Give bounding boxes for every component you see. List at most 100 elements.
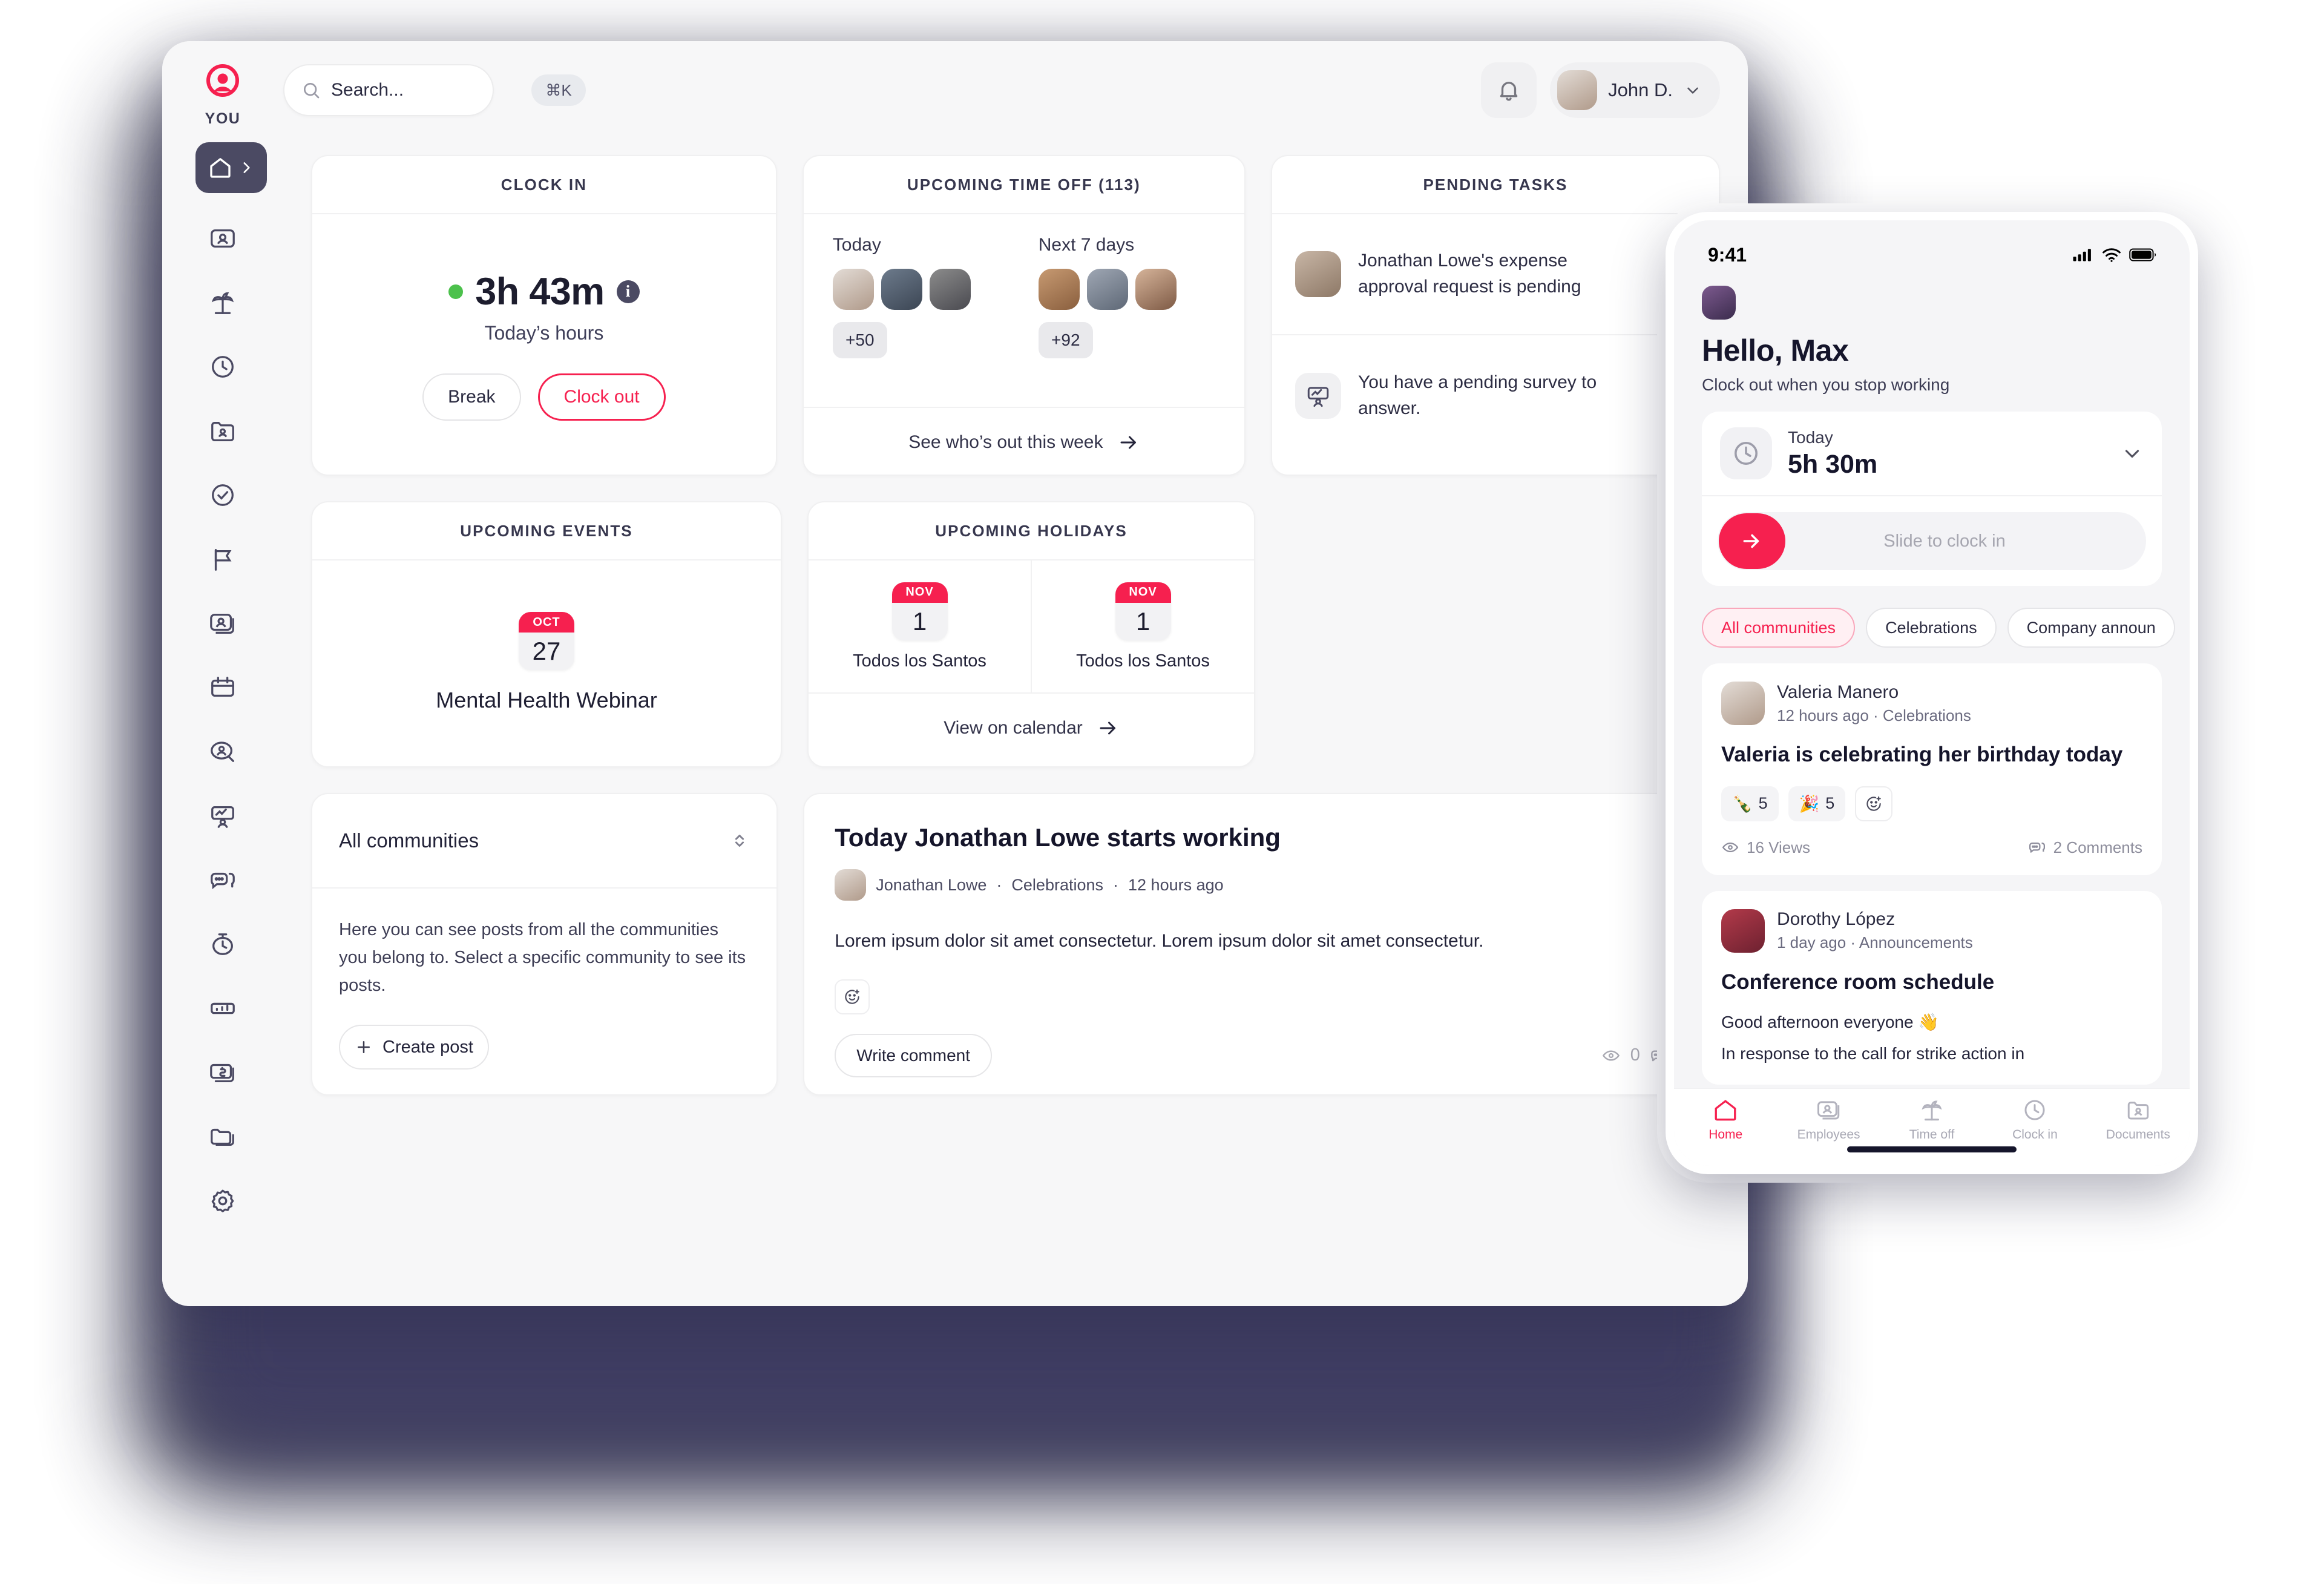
create-post-button[interactable]: Create post	[339, 1025, 489, 1070]
info-icon[interactable]: i	[616, 280, 640, 303]
holiday-name: Todos los Santos	[1076, 651, 1210, 671]
sidebar-item-calendar[interactable]	[190, 656, 255, 720]
reaction-chip[interactable]: 🎉 5	[1788, 786, 1846, 821]
sidebar-item-recruitment[interactable]	[190, 720, 255, 784]
avatar-stack[interactable]	[832, 269, 971, 310]
avatar-stack[interactable]	[1038, 269, 1177, 310]
phone-status-bar: 9:41	[1674, 220, 2190, 276]
phone-views-count: 16 Views	[1747, 838, 1811, 856]
post-time: 12 hours ago	[1128, 875, 1224, 894]
nav-item-home[interactable]: Home	[1674, 1097, 1777, 1142]
upcoming-events-body: OCT 27 Mental Health Webinar	[312, 560, 781, 766]
search-input[interactable]: Search...	[283, 64, 494, 116]
nav-item-clock-in[interactable]: Clock in	[1983, 1097, 2086, 1142]
clock-in-time: 3h 43m	[475, 270, 605, 313]
time-off-group-next-7-days: Next 7 days +92	[1038, 235, 1177, 407]
phone-post-card: Valeria Manero 12 hours ago · Celebratio…	[1702, 663, 2162, 875]
phone-post-title: Valeria is celebrating her birthday toda…	[1721, 743, 2123, 766]
sidebar-item-communication[interactable]	[190, 848, 255, 912]
write-comment-button[interactable]: Write comment	[835, 1033, 993, 1077]
status-time: 9:41	[1708, 243, 1747, 266]
phone-post-author-block: Valeria Manero 12 hours ago · Celebratio…	[1777, 682, 1971, 725]
clock-out-button[interactable]: Clock out	[537, 373, 666, 421]
sidebar-item-compensation[interactable]	[190, 1040, 255, 1105]
phone-post-title: Conference room schedule	[1721, 970, 1995, 994]
sidebar-item-employee[interactable]	[190, 206, 255, 271]
emoji-add-icon[interactable]	[835, 979, 870, 1014]
sidebar-item-people[interactable]	[190, 591, 255, 656]
post-title: Today Jonathan Lowe starts working	[835, 823, 1281, 852]
avatar[interactable]	[1702, 286, 1736, 320]
holidays-body: NOV 1 Todos los Santos NOV 1 Todos los S…	[809, 560, 1254, 692]
avatar	[1086, 269, 1128, 310]
avatar	[1038, 269, 1080, 310]
meta-separator: ·	[1113, 875, 1119, 894]
calendar-day: 27	[532, 637, 561, 666]
task-row[interactable]: Jonathan Lowe's expense approval request…	[1272, 214, 1719, 335]
plus-icon	[358, 1041, 370, 1054]
desktop-app-window: YOU Search... ⌘K John D. CLOCK IN 3h 43m…	[162, 41, 1748, 1306]
task-row[interactable]: You have a pending survey to answer.	[1272, 335, 1719, 456]
slider-knob[interactable]	[1719, 513, 1785, 569]
nav-item-employees[interactable]: Employees	[1777, 1097, 1880, 1142]
time-off-card-footer-link[interactable]: See who’s out this week	[803, 407, 1244, 475]
pending-tasks-card-title: PENDING TASKS	[1272, 156, 1719, 214]
nav-item-time-off[interactable]: Time off	[1880, 1097, 1983, 1142]
phone-subtitle: Clock out when you stop working	[1702, 375, 1950, 394]
sidebar-item-files[interactable]	[190, 1105, 255, 1169]
phone-post-meta: 12 hours ago · Celebrations	[1777, 706, 1971, 725]
phone-comments-group[interactable]: 2 Comments	[2028, 838, 2142, 857]
break-button[interactable]: Break	[422, 373, 521, 421]
bell-icon	[1500, 82, 1518, 101]
time-off-overflow-count[interactable]: +50	[832, 322, 887, 358]
time-off-overflow-count[interactable]: +92	[1038, 322, 1093, 358]
clock-in-card-title: CLOCK IN	[312, 156, 776, 214]
nav-label: Time off	[1909, 1128, 1955, 1142]
reaction-chip[interactable]: 🍾 5	[1721, 786, 1779, 821]
avatar	[1295, 251, 1341, 297]
clock-in-actions: Break Clock out	[422, 373, 666, 421]
clock-in-card: CLOCK IN 3h 43m i Today’s hours Break Cl…	[311, 155, 777, 476]
feed-post-body: Today Jonathan Lowe starts working Jonat…	[804, 794, 1719, 1077]
sidebar-item-clock-in[interactable]	[190, 335, 255, 399]
phone-post-footer: 16 Views 2 Comments	[1721, 838, 2142, 857]
topbar: Search... ⌘K John D.	[283, 41, 1748, 139]
holiday-item[interactable]: NOV 1 Todos los Santos	[809, 560, 1031, 692]
sidebar-item-goals[interactable]	[190, 527, 255, 591]
app-logo-icon[interactable]	[204, 63, 241, 100]
topbar-right-group: John D.	[1481, 62, 1720, 118]
tab-celebrations[interactable]: Celebrations	[1866, 608, 1997, 648]
sidebar-item-home[interactable]	[195, 142, 267, 193]
nav-item-documents[interactable]: Documents	[2087, 1097, 2190, 1142]
chevron-down-icon	[1687, 87, 1698, 94]
emoji-add-icon[interactable]	[1855, 786, 1893, 821]
sidebar-item-reports[interactable]	[190, 976, 255, 1040]
sidebar-item-shifts[interactable]	[190, 912, 255, 976]
avatar	[1135, 269, 1177, 310]
phone-today-row[interactable]: Today 5h 30m	[1702, 412, 2162, 495]
search-shortcut-badge: ⌘K	[531, 74, 586, 106]
post-community: Celebrations	[1011, 875, 1104, 894]
user-menu[interactable]: John D.	[1550, 62, 1720, 118]
notifications-button[interactable]	[1481, 62, 1537, 118]
upcoming-events-card-title: UPCOMING EVENTS	[312, 502, 781, 560]
sidebar-item-settings[interactable]	[190, 1169, 255, 1233]
tab-company-announcements[interactable]: Company announ	[2007, 608, 2175, 648]
cards-row-1: CLOCK IN 3h 43m i Today’s hours Break Cl…	[311, 155, 1720, 476]
holiday-item[interactable]: NOV 1 Todos los Santos	[1031, 560, 1254, 692]
sidebar-item-tasks[interactable]	[190, 463, 255, 527]
community-selected-label: All communities	[339, 829, 479, 852]
sidebar-item-performance[interactable]	[190, 784, 255, 848]
community-selector[interactable]: All communities	[312, 794, 777, 889]
holidays-footer-label: View on calendar	[944, 718, 1083, 738]
sidebar-item-documents[interactable]	[190, 399, 255, 463]
phone-post-author: Dorothy López	[1777, 909, 1896, 930]
holidays-card-footer-link[interactable]: View on calendar	[809, 692, 1254, 763]
avatar	[1721, 909, 1765, 953]
upcoming-events-card: UPCOMING EVENTS OCT 27 Mental Health Web…	[311, 501, 782, 767]
chevron-updown-icon	[735, 835, 744, 847]
slide-to-clock-in-slider[interactable]: Slide to clock in	[1718, 512, 2146, 570]
tab-all-communities[interactable]: All communities	[1702, 608, 1856, 648]
reaction-emoji: 🎉	[1799, 794, 1820, 813]
sidebar-item-time-off[interactable]	[190, 271, 255, 335]
